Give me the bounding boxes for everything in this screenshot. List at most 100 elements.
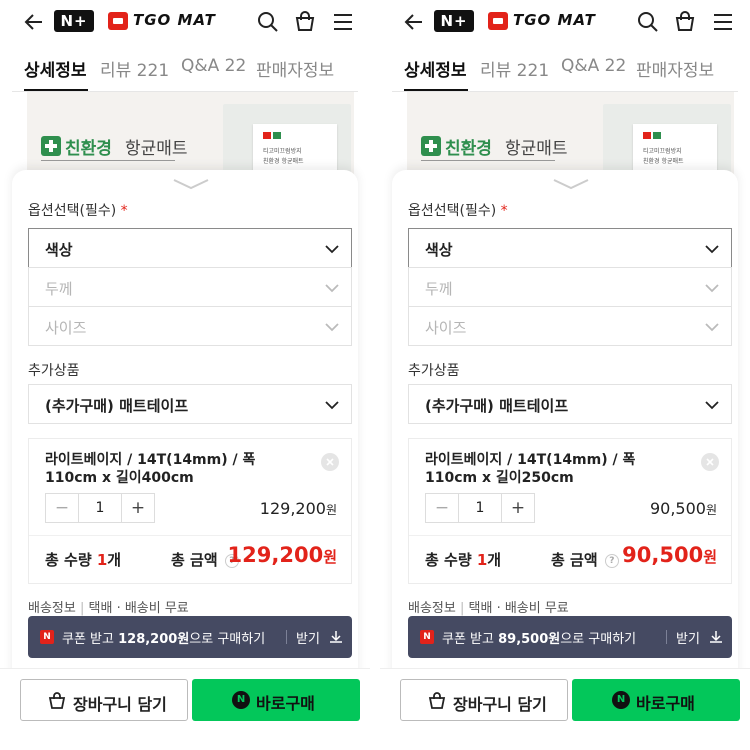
cart-icon (428, 692, 446, 709)
cart-icon[interactable] (293, 10, 317, 34)
back-arrow-icon[interactable] (402, 10, 426, 34)
shipping-info: 배송정보 | 택배 · 배송비 무료 (28, 601, 189, 616)
package-line-1: 티고미끄럼방지 (643, 148, 682, 155)
naver-pay-icon: N (612, 691, 630, 709)
naver-n-icon: N (420, 630, 434, 644)
color-select[interactable]: 색상 (408, 228, 732, 268)
add-to-cart-label: 장바구니 담기 (73, 695, 167, 714)
sheet-collapse-handle-icon[interactable] (172, 178, 210, 190)
chevron-down-icon (705, 245, 719, 254)
tab-qna[interactable]: Q&A 22 (181, 56, 246, 76)
add-to-cart-button[interactable]: 장바구니 담기 (400, 679, 568, 721)
add-to-cart-button[interactable]: 장바구니 담기 (20, 679, 188, 721)
decrease-qty-button[interactable]: − (426, 494, 458, 522)
extra-product-select-text: (추가구매) 매트테이프 (45, 397, 189, 415)
total-amount: 129,200원 (227, 543, 337, 567)
remove-item-button[interactable] (321, 453, 339, 471)
total-quantity: 총 수량 1개 (45, 551, 122, 569)
options-label: 옵션선택(필수) * (408, 203, 508, 219)
top-header: N+ TGO MAT (380, 0, 750, 44)
get-coupon-label[interactable]: 받기 (676, 628, 700, 647)
banner-divider (41, 160, 175, 161)
size-select-text: 사이즈 (425, 319, 467, 337)
extra-product-select[interactable]: (추가구매) 매트테이프 (408, 384, 732, 424)
coupon-banner[interactable]: N 쿠폰 받고 89,500원으로 구매하기 받기 (408, 616, 732, 658)
naver-plus-logo[interactable]: N+ (54, 10, 94, 32)
get-coupon-label[interactable]: 받기 (296, 628, 320, 647)
increase-qty-button[interactable]: + (122, 494, 154, 522)
sheet-collapse-handle-icon[interactable] (552, 178, 590, 190)
search-icon[interactable] (636, 10, 660, 34)
download-icon[interactable] (708, 629, 724, 645)
selected-item-name: 라이트베이지 / 14T(14mm) / 폭 110cm x 길이250cm (425, 452, 636, 486)
required-mark: * (120, 203, 128, 219)
thickness-select-text: 두께 (45, 280, 73, 298)
back-arrow-icon[interactable] (22, 10, 46, 34)
coupon-text: 쿠폰 받고 128,200원으로 구매하기 (62, 632, 266, 647)
coupon-divider (666, 630, 667, 644)
tab-detail[interactable]: 상세정보 (24, 56, 87, 81)
total-quantity: 총 수량 1개 (425, 551, 502, 569)
total-amount: 90,500원 (622, 543, 717, 567)
extra-product-label: 추가상품 (408, 363, 460, 379)
extra-product-label: 추가상품 (28, 363, 80, 379)
size-select[interactable]: 사이즈 (408, 306, 732, 346)
extra-product-select[interactable]: (추가구매) 매트테이프 (28, 384, 352, 424)
tab-detail[interactable]: 상세정보 (404, 56, 467, 81)
thickness-select[interactable]: 두께 (408, 267, 732, 307)
banner-divider (421, 160, 555, 161)
top-header: N+ TGO MAT (0, 0, 370, 44)
decrease-qty-button[interactable]: − (46, 494, 78, 522)
menu-icon[interactable] (331, 10, 355, 34)
brand-name[interactable]: TGO MAT (133, 11, 216, 29)
download-icon[interactable] (328, 629, 344, 645)
coupon-banner[interactable]: N 쿠폰 받고 128,200원으로 구매하기 받기 (28, 616, 352, 658)
increase-qty-button[interactable]: + (502, 494, 534, 522)
product-tabs: 상세정보 리뷰 221 Q&A 22 판매자정보 (392, 44, 738, 92)
tab-reviews[interactable]: 리뷰 221 (480, 56, 549, 81)
product-banner: 친환경 항균매트 티고미끄럼방지 친환경 항균매트 (407, 92, 734, 182)
naver-n-icon: N (40, 630, 54, 644)
tab-seller-info[interactable]: 판매자정보 (636, 56, 714, 81)
quantity-value[interactable]: 1 (458, 494, 502, 522)
package-logo-red (643, 132, 651, 139)
help-icon[interactable]: ? (604, 553, 619, 568)
quantity-value[interactable]: 1 (78, 494, 122, 522)
tab-qna[interactable]: Q&A 22 (561, 56, 626, 76)
size-select-text: 사이즈 (45, 319, 87, 337)
selected-item-name: 라이트베이지 / 14T(14mm) / 폭 110cm x 길이400cm (45, 452, 256, 486)
option-sheet: 옵션선택(필수) * 색상 두께 사이즈 추가상품 (추가구매) 매트테이프 라… (392, 170, 738, 750)
quantity-stepper: − 1 + (45, 493, 155, 523)
close-icon (326, 458, 334, 466)
active-tab-underline (404, 89, 468, 91)
buy-now-label: 바로구매 (636, 694, 695, 713)
menu-icon[interactable] (711, 10, 735, 34)
remove-item-button[interactable] (701, 453, 719, 471)
package-line-1: 티고미끄럼방지 (263, 148, 302, 155)
brand-name[interactable]: TGO MAT (513, 11, 596, 29)
chevron-down-icon (705, 323, 719, 332)
cart-icon (48, 692, 66, 709)
tgo-brand-mark-icon (108, 12, 128, 30)
naver-plus-logo[interactable]: N+ (434, 10, 474, 32)
quantity-stepper: − 1 + (425, 493, 535, 523)
banner-eco-text: 친환경 (65, 139, 112, 159)
naver-pay-icon: N (232, 691, 250, 709)
tab-seller-info[interactable]: 판매자정보 (256, 56, 334, 81)
product-tabs: 상세정보 리뷰 221 Q&A 22 판매자정보 (12, 44, 358, 92)
package-line-2: 친환경 항균매트 (263, 158, 304, 165)
cart-icon[interactable] (673, 10, 697, 34)
coupon-divider (286, 630, 287, 644)
coupon-text: 쿠폰 받고 89,500원으로 구매하기 (442, 632, 637, 647)
buy-now-button[interactable]: N 바로구매 (192, 679, 360, 721)
thickness-select[interactable]: 두께 (28, 267, 352, 307)
buy-now-button[interactable]: N 바로구매 (572, 679, 740, 721)
size-select[interactable]: 사이즈 (28, 306, 352, 346)
search-icon[interactable] (256, 10, 280, 34)
bottom-action-bar: 장바구니 담기 N 바로구매 (0, 668, 370, 750)
chevron-down-icon (325, 284, 339, 293)
color-select[interactable]: 색상 (28, 228, 352, 268)
tab-reviews[interactable]: 리뷰 221 (100, 56, 169, 81)
package-logo-red (263, 132, 271, 139)
total-amount-label: 총 금액 ? (551, 549, 619, 570)
